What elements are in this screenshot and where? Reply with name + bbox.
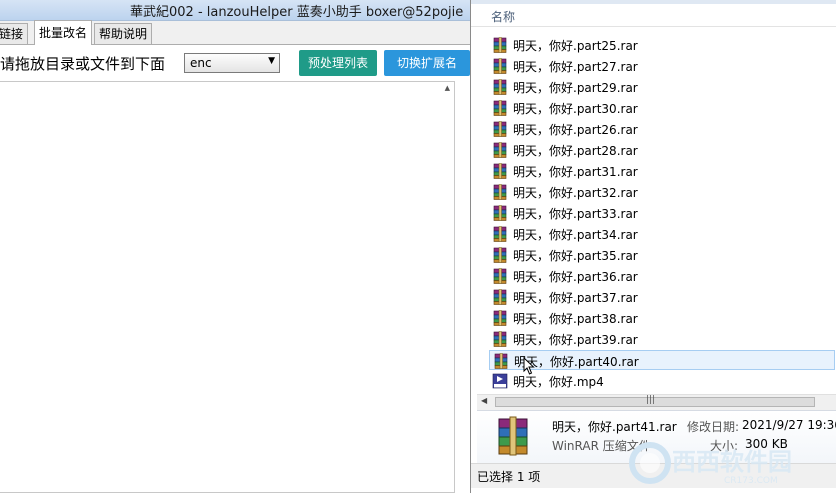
rar-file-icon [493, 184, 507, 200]
rar-file-icon [493, 205, 507, 221]
switch-extension-button[interactable]: 切换扩展名 [384, 50, 470, 76]
site-watermark-logo: 西西软件园 CR173.COM [629, 442, 792, 486]
svg-text:CR173.COM: CR173.COM [724, 476, 778, 486]
file-list-item[interactable]: 明天，你好.part34.rar [489, 224, 835, 244]
file-name: 明天，你好.part38.rar [513, 312, 638, 326]
preprocess-list-button[interactable]: 预处理列表 [299, 50, 377, 76]
scroll-up-icon[interactable]: ▲ [445, 84, 450, 92]
rar-file-icon [493, 247, 507, 263]
file-drop-textarea[interactable]: ▲ [0, 81, 455, 493]
file-list-item[interactable]: 明天，你好.part28.rar [489, 140, 835, 160]
file-list-item[interactable]: 明天，你好.part30.rar [489, 98, 835, 118]
file-name: 明天，你好.part30.rar [513, 102, 638, 116]
file-name: 明天，你好.part25.rar [513, 39, 638, 53]
rar-file-icon [493, 79, 507, 95]
svg-text:西西软件园: 西西软件园 [672, 448, 792, 476]
file-name: 明天，你好.part33.rar [513, 207, 638, 221]
file-list-item[interactable]: 明天，你好.part36.rar [489, 266, 835, 286]
column-header[interactable]: 名称 [471, 4, 836, 27]
file-name: 明天，你好.part36.rar [513, 270, 638, 284]
tab-strip: 链接 批量改名 帮助说明 [0, 20, 470, 45]
rar-file-icon [493, 163, 507, 179]
file-explorer-dialog: 名称 明天，你好.part25.rar 明天，你好.part27.rar 明天，你好… [470, 0, 836, 493]
detail-file-name: 明天，你好.part41.rar [552, 420, 677, 434]
file-name: 明天，你好.part39.rar [513, 333, 638, 347]
scroll-left-icon[interactable]: ◀ [481, 396, 487, 405]
file-list-item[interactable]: 明天，你好.part25.rar [489, 35, 835, 55]
file-name: 明天，你好.part31.rar [513, 165, 638, 179]
rar-file-icon [494, 353, 508, 369]
rar-file-icon [493, 37, 507, 53]
detail-date-value: 2021/9/27 19:36 [742, 418, 836, 432]
file-list-item[interactable]: 明天，你好.part37.rar [489, 287, 835, 307]
file-list-item[interactable]: 明天，你好.part38.rar [489, 308, 835, 328]
file-name: 明天，你好.part27.rar [513, 60, 638, 74]
mouse-cursor-icon [523, 357, 535, 375]
chevron-down-icon: ▼ [268, 56, 275, 66]
file-list-item[interactable]: 明天，你好.part31.rar [489, 161, 835, 181]
scrollbar-thumb[interactable]: ||| [495, 395, 815, 407]
tab-links[interactable]: 链接 [0, 23, 29, 44]
file-name: 明天，你好.part26.rar [513, 123, 638, 137]
horizontal-scrollbar[interactable]: ◀ ||| [477, 394, 836, 410]
file-name: 明天，你好.mp4 [513, 375, 604, 389]
scrollbar-grip-icon: ||| [646, 395, 656, 405]
file-list-item[interactable]: 明天，你好.part39.rar [489, 329, 835, 349]
rar-file-icon [493, 100, 507, 116]
detail-date-label: 修改日期: [687, 420, 740, 434]
file-list-item[interactable]: 明天，你好.mp4 [489, 371, 835, 391]
tab-help[interactable]: 帮助说明 [94, 23, 153, 44]
encoding-select-value: enc [190, 56, 212, 70]
rar-file-icon [493, 226, 507, 242]
file-list-item[interactable]: 明天，你好.part35.rar [489, 245, 835, 265]
tab-batch-rename[interactable]: 批量改名 [34, 20, 93, 45]
file-list-item[interactable]: 明天，你好.part40.rar [489, 350, 835, 370]
file-name: 明天，你好.part32.rar [513, 186, 638, 200]
file-list-item[interactable]: 明天，你好.part29.rar [489, 77, 835, 97]
file-name: 明天，你好.part29.rar [513, 81, 638, 95]
rar-file-icon [493, 310, 507, 326]
rar-file-icon [493, 142, 507, 158]
app-title: 華武紀002 - lanzouHelper 蓝奏小助手 boxer@52poji… [130, 5, 464, 20]
file-name: 明天，你好.part35.rar [513, 249, 638, 263]
rar-file-icon [493, 289, 507, 305]
app-titlebar[interactable]: 華武紀002 - lanzouHelper 蓝奏小助手 boxer@52poji… [0, 0, 470, 21]
lanzou-helper-window: 華武紀002 - lanzouHelper 蓝奏小助手 boxer@52poji… [0, 0, 470, 493]
file-list-item[interactable]: 明天，你好.part26.rar [489, 119, 835, 139]
file-name: 明天，你好.part37.rar [513, 291, 638, 305]
encoding-select[interactable]: enc ▼ [184, 53, 280, 73]
file-list: 明天，你好.part25.rar 明天，你好.part27.rar 明天，你好.pa… [471, 27, 836, 394]
file-name: 明天，你好.part28.rar [513, 144, 638, 158]
rar-file-icon [493, 121, 507, 137]
drop-label: 请拖放目录或文件到下面 [0, 55, 166, 73]
video-file-icon [492, 373, 508, 389]
column-header-name: 名称 [491, 10, 516, 24]
file-list-item[interactable]: 明天，你好.part33.rar [489, 203, 835, 223]
rar-file-icon [493, 331, 507, 347]
file-list-item[interactable]: 明天，你好.part32.rar [489, 182, 835, 202]
rar-file-icon [493, 268, 507, 284]
file-list-item[interactable]: 明天，你好.part27.rar [489, 56, 835, 76]
rar-file-icon [493, 58, 507, 74]
winrar-archive-icon [498, 416, 528, 456]
selection-status: 已选择 1 项 [477, 470, 541, 484]
file-name: 明天，你好.part34.rar [513, 228, 638, 242]
batch-rename-panel: 请拖放目录或文件到下面 enc ▼ 预处理列表 切换扩展名 ▲ [0, 45, 470, 493]
